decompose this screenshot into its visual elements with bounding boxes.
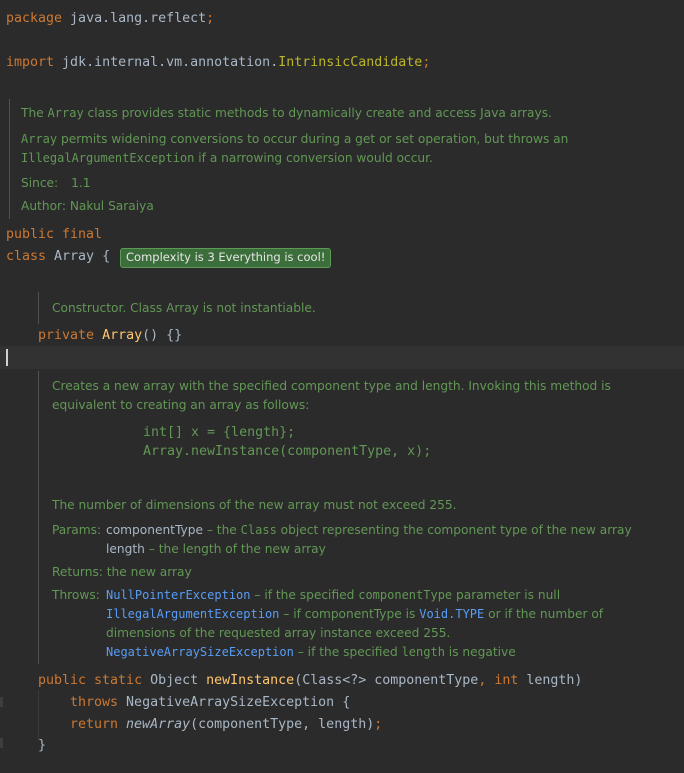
package-line[interactable]: package java.lang.reflect;: [6, 11, 214, 27]
method-name: newInstance: [206, 673, 295, 688]
return-keyword: return: [70, 717, 127, 732]
doc-line: Array permits widening conversions to oc…: [21, 132, 568, 146]
throws-npe: NullPointerException – if the specified …: [106, 588, 560, 602]
param-length: length – the length of the new array: [106, 542, 326, 556]
doc-code: Array: [21, 132, 58, 146]
since-label: Since:: [21, 176, 59, 190]
class-declaration[interactable]: class Array {: [6, 249, 110, 265]
doc-text: permits widening conversions to occur du…: [57, 132, 569, 146]
comma: ,: [478, 673, 495, 688]
constructor-line[interactable]: private Array() {}: [38, 328, 182, 344]
complexity-badge[interactable]: Complexity is 3 Everything is cool!: [120, 248, 332, 268]
method-call: newArray: [126, 717, 191, 732]
doc-code: length: [401, 645, 445, 659]
doc-code-sample: int[] x = {length};: [143, 425, 296, 440]
doc-text: – if the specified: [250, 588, 359, 602]
keyword: package: [6, 11, 63, 26]
return-type: Object: [150, 673, 207, 688]
call-args: (componentType, length): [190, 717, 375, 732]
doc-text: – if the specified: [293, 645, 402, 659]
doc-text: if a narrowing conversion would occur.: [194, 151, 433, 165]
doc-line: IllegalArgumentException if a narrowing …: [21, 151, 433, 165]
param-list: length): [518, 673, 583, 688]
doc-line: equivalent to creating an array as follo…: [52, 398, 310, 412]
current-line-highlight: [0, 346, 684, 369]
exception-link[interactable]: NegativeArraySizeException: [106, 645, 294, 659]
exception-type: NegativeArraySizeException {: [118, 695, 351, 710]
doc-code: Class: [240, 523, 277, 537]
import-path: jdk.internal.vm.annotation.: [54, 55, 279, 70]
param-name: length: [106, 542, 145, 556]
package-name: java.lang.reflect: [62, 11, 207, 26]
doc-code: IllegalArgumentException: [21, 151, 195, 165]
param-name: componentType: [106, 523, 203, 537]
doc-line: Constructor. Class Array is not instanti…: [52, 301, 316, 315]
import-class: IntrinsicCandidate: [278, 55, 423, 70]
constructor-body: () {}: [142, 328, 183, 343]
semicolon: ;: [206, 11, 215, 26]
param-componentType: componentType – the Class object represe…: [106, 523, 632, 537]
exception-link[interactable]: NullPointerException: [106, 588, 251, 602]
doc-text: class provides static methods to dynamic…: [83, 106, 552, 120]
semicolon: ;: [374, 717, 383, 732]
class-javadoc[interactable]: The Array class provides static methods …: [9, 99, 670, 219]
import-keyword: import: [6, 55, 55, 70]
doc-text: – the length of the new array: [144, 542, 326, 556]
void-type-link[interactable]: Void.TYPE: [419, 607, 484, 621]
doc-text: parameter is null: [452, 588, 561, 602]
private-keyword: private: [38, 328, 95, 343]
throws-label: Throws:: [52, 588, 100, 602]
throws-nase: NegativeArraySizeException – if the spec…: [106, 645, 516, 659]
method-javadoc[interactable]: Creates a new array with the specified c…: [38, 371, 659, 664]
throws-iae: IllegalArgumentException – if componentT…: [106, 607, 603, 621]
doc-text: – the: [202, 523, 241, 537]
closing-brace[interactable]: }: [38, 738, 46, 754]
constructor-name: Array: [102, 328, 143, 343]
doc-text: object representing the component type o…: [276, 523, 632, 537]
method-signature[interactable]: public static Object newInstance(Class<?…: [38, 673, 582, 689]
indent-guide: [38, 690, 39, 740]
author-tag: Author: Nakul Saraiya: [21, 199, 154, 213]
params-label: Params:: [52, 523, 102, 537]
doc-line: The Array class provides static methods …: [21, 106, 552, 120]
doc-line: Creates a new array with the specified c…: [52, 379, 611, 393]
returns-value: the new array: [106, 565, 192, 579]
param-list: (Class<?> componentType: [294, 673, 479, 688]
exception-link[interactable]: IllegalArgumentException: [106, 607, 279, 621]
since-tag: Since: 1.1: [21, 176, 91, 190]
throws-clause[interactable]: throws NegativeArraySizeException {: [70, 695, 350, 711]
doc-text: The: [21, 106, 48, 120]
throws-keyword: throws: [70, 695, 119, 710]
class-name: Array {: [46, 249, 111, 264]
class-modifiers[interactable]: public final: [6, 227, 102, 243]
fold-marker[interactable]: [0, 697, 3, 707]
author-value: Nakul Saraiya: [69, 199, 154, 213]
doc-text: – if componentType is: [279, 607, 420, 621]
doc-code: Array: [47, 106, 84, 120]
import-semicolon: ;: [422, 55, 431, 70]
doc-code-sample: Array.newInstance(componentType, x);: [143, 444, 432, 459]
doc-code: componentType: [358, 588, 453, 602]
text-caret: [6, 349, 8, 366]
int-keyword: int: [494, 673, 519, 688]
return-statement[interactable]: return newArray(componentType, length);: [70, 717, 382, 733]
since-value: 1.1: [71, 176, 91, 190]
doc-line: dimensions of the requested array instan…: [106, 626, 451, 640]
modifiers: public static: [38, 673, 151, 688]
author-label: Author:: [21, 199, 66, 213]
constructor-javadoc[interactable]: Constructor. Class Array is not instanti…: [38, 292, 639, 324]
class-keyword: class: [6, 249, 47, 264]
doc-line: The number of dimensions of the new arra…: [52, 498, 457, 512]
returns-tag: Returns: the new array: [52, 565, 192, 579]
doc-text: is negative: [444, 645, 516, 659]
import-line[interactable]: import jdk.internal.vm.annotation.Intrin…: [6, 55, 430, 71]
doc-text: or if the number of: [484, 607, 604, 621]
fold-marker[interactable]: [0, 738, 3, 748]
returns-label: Returns:: [52, 565, 103, 579]
